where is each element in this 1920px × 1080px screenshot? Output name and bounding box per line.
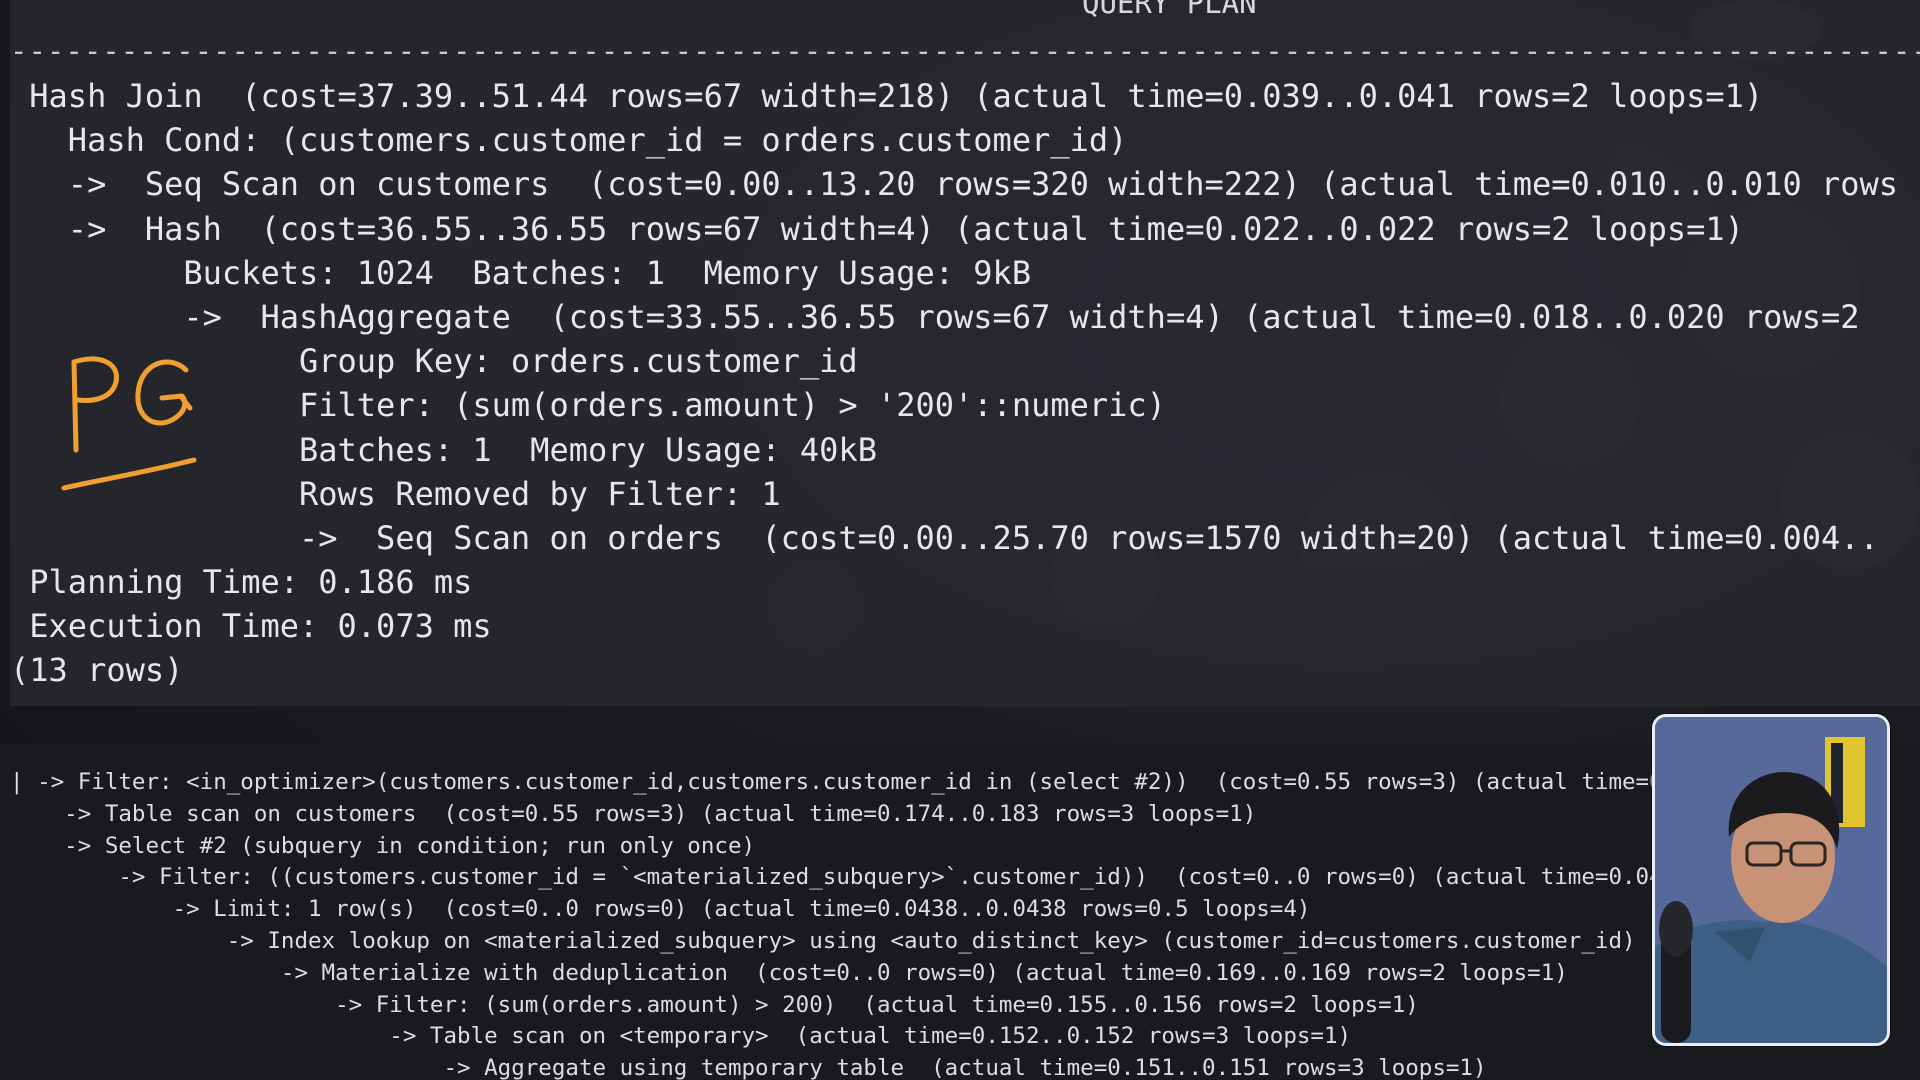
underline-stroke: [61, 457, 197, 491]
plan-line: Batches: 1 Memory Usage: 40kB: [10, 430, 877, 469]
plan-line: Filter: (sum(orders.amount) > '200'::num…: [10, 386, 1166, 425]
plan-line: -> HashAggregate (cost=33.55..36.55 rows…: [10, 297, 1860, 336]
header-divider: ----------------------------------------…: [10, 34, 1920, 68]
plan-line: -> Hash (cost=36.55..36.55 rows=67 width…: [10, 209, 1744, 248]
plan-line: Rows Removed by Filter: 1: [10, 474, 781, 513]
plan-line: -> Table scan on <temporary> (actual tim…: [10, 1023, 1352, 1050]
plan-line: | -> Filter: <in_optimizer>(customers.cu…: [10, 769, 1853, 795]
row-count-line: (13 rows): [10, 651, 184, 690]
execution-time-line: Execution Time: 0.073 ms: [10, 607, 492, 646]
mysql-terminal: | -> Filter: <in_optimizer>(customers.cu…: [0, 745, 1920, 1080]
video-frame: QUERY PLAN -----------------------------…: [0, 0, 1920, 1080]
plan-line: -> Seq Scan on customers (cost=0.00..13.…: [10, 165, 1899, 204]
presenter-webcam: [1652, 714, 1890, 1046]
mysql-plan-output: | -> Filter: <in_optimizer>(customers.cu…: [10, 767, 1915, 1080]
plan-line: -> Select #2 (subquery in condition; run…: [10, 832, 756, 859]
letter-p-stroke: [71, 356, 119, 453]
plan-line: Buckets: 1024 Batches: 1 Memory Usage: 9…: [10, 253, 1032, 292]
plan-line: -> Filter: ((customers.customer_id = `<m…: [10, 864, 1839, 891]
letter-g-stroke: [135, 359, 193, 426]
presenter-video-frame: [1655, 717, 1887, 1043]
plan-line: -> Table scan on customers (cost=0.55 ro…: [10, 800, 1257, 827]
plan-line: Hash Join (cost=37.39..51.44 rows=67 wid…: [10, 77, 1764, 115]
query-plan-header: QUERY PLAN: [1082, 0, 1257, 20]
plan-line: -> Limit: 1 row(s) (cost=0..0 rows=0) (a…: [10, 896, 1311, 923]
plan-line: -> Index lookup on <materialized_subquer…: [10, 927, 1839, 954]
plan-line: -> Filter: (sum(orders.amount) > 200) (a…: [10, 991, 1419, 1018]
query-plan-output: Hash Join (cost=37.39..51.44 rows=67 wid…: [10, 74, 1920, 693]
plan-line: -> Aggregate using temporary table (actu…: [10, 1055, 1487, 1080]
plan-line: Hash Cond: (customers.customer_id = orde…: [10, 121, 1128, 160]
plan-line: -> Seq Scan on orders (cost=0.00..25.70 …: [10, 518, 1879, 557]
pg-handwritten-annotation: [61, 356, 197, 491]
plan-line: Group Key: orders.customer_id: [10, 342, 858, 381]
postgres-terminal: QUERY PLAN -----------------------------…: [10, 0, 1920, 706]
planning-time-line: Planning Time: 0.186 ms: [10, 563, 473, 602]
plan-line: -> Materialize with deduplication (cost=…: [10, 959, 1568, 986]
